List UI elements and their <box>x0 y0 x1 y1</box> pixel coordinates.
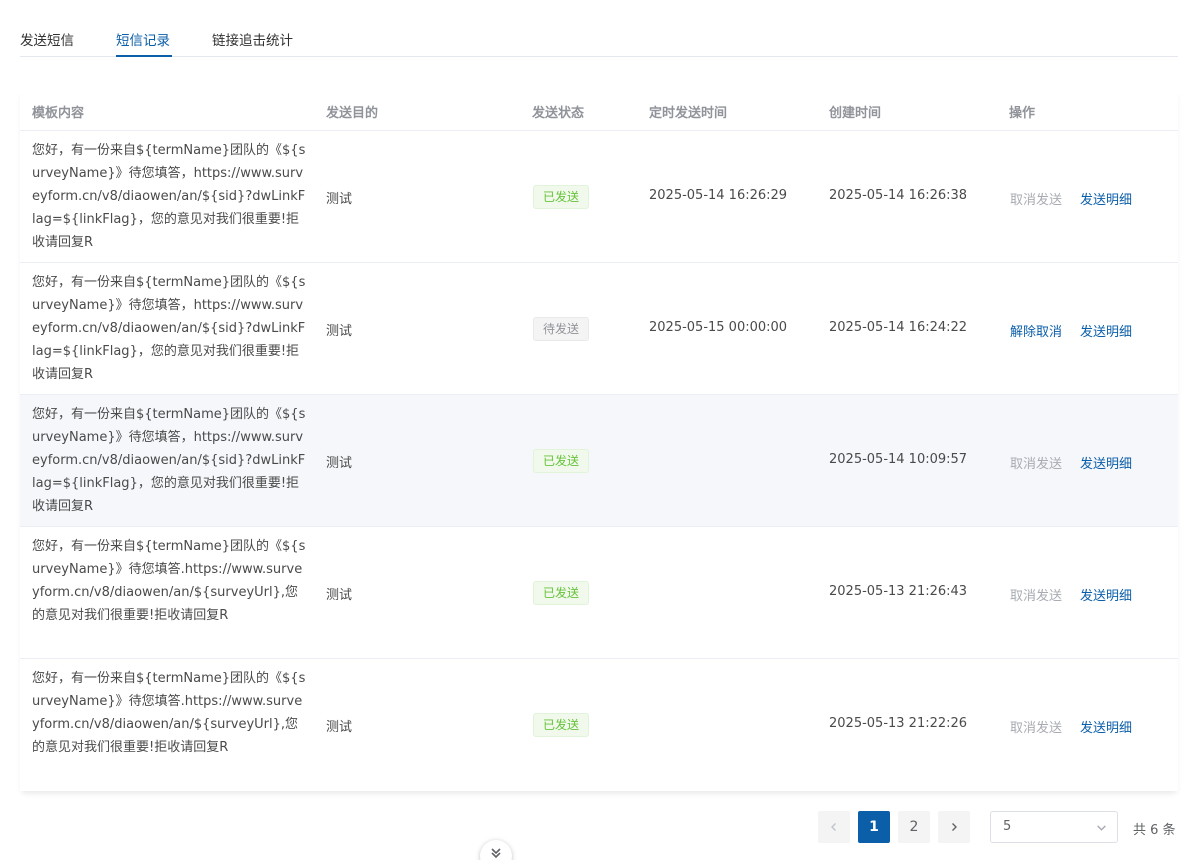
tab-sms-records[interactable]: 短信记录 <box>116 29 170 49</box>
table-row: 您好，有一份来自${termName}团队的《${surveyName}》待您填… <box>20 659 1178 791</box>
send-target: 测试 <box>326 588 353 603</box>
chevron-right-icon <box>952 823 957 831</box>
uncancel-button[interactable]: 解除取消 <box>1010 321 1062 340</box>
created-time: 2025-05-14 16:24:22 <box>829 320 968 335</box>
table-row: 您好，有一份来自${termName}团队的《${surveyName}》待您填… <box>20 131 1178 263</box>
created-time: 2025-05-14 16:26:38 <box>829 188 968 203</box>
page-button-1[interactable]: 1 <box>858 811 890 843</box>
cancel-send-button[interactable]: 取消发送 <box>1010 717 1062 736</box>
table-header: 模板内容 发送目的 发送状态 定时发送时间 创建时间 操作 <box>20 90 1178 131</box>
created-time: 2025-05-13 21:26:43 <box>829 584 968 599</box>
table-row: 您好，有一份来自${termName}团队的《${surveyName}》待您填… <box>20 527 1178 659</box>
send-target: 测试 <box>326 720 353 735</box>
total-count: 共 6 条 <box>1133 823 1176 838</box>
header-content: 模板内容 <box>32 106 85 121</box>
cancel-send-button[interactable]: 取消发送 <box>1010 189 1062 208</box>
status-badge: 待发送 <box>533 317 590 341</box>
status-badge: 已发送 <box>533 713 590 737</box>
header-created-time: 创建时间 <box>829 106 882 121</box>
tab-send-sms[interactable]: 发送短信 <box>20 29 74 49</box>
scroll-down-button[interactable] <box>480 840 512 860</box>
status-badge: 已发送 <box>533 449 590 473</box>
page-button-2[interactable]: 2 <box>898 811 930 843</box>
table-row: 您好，有一份来自${termName}团队的《${surveyName}》待您填… <box>20 263 1178 395</box>
header-target: 发送目的 <box>326 106 379 121</box>
tab-bar: 发送短信 短信记录 链接追击统计 <box>20 0 1178 57</box>
template-content: 您好，有一份来自${termName}团队的《${surveyName}》待您填… <box>32 671 306 755</box>
send-details-link[interactable]: 发送明细 <box>1080 453 1132 472</box>
prev-page-button[interactable] <box>818 811 850 843</box>
cancel-send-button[interactable]: 取消发送 <box>1010 453 1062 472</box>
double-chevron-down-icon <box>491 848 501 859</box>
next-page-button[interactable] <box>938 811 970 843</box>
created-time: 2025-05-13 21:22:26 <box>829 716 968 731</box>
template-content: 您好，有一份来自${termName}团队的《${surveyName}》待您填… <box>32 539 306 623</box>
send-details-link[interactable]: 发送明细 <box>1080 717 1132 736</box>
active-tab-indicator <box>116 55 172 57</box>
status-badge: 已发送 <box>533 581 590 605</box>
send-target: 测试 <box>326 192 353 207</box>
table-row: 您好，有一份来自${termName}团队的《${surveyName}》待您填… <box>20 395 1178 527</box>
scheduled-time: 2025-05-15 00:00:00 <box>649 320 788 335</box>
page-size-value: 5 <box>1003 819 1012 834</box>
send-details-link[interactable]: 发送明细 <box>1080 585 1132 604</box>
tab-link-click-stats[interactable]: 链接追击统计 <box>212 29 293 49</box>
template-content: 您好，有一份来自${termName}团队的《${surveyName}》待您填… <box>32 143 306 250</box>
template-content: 您好，有一份来自${termName}团队的《${surveyName}》待您填… <box>32 275 306 382</box>
status-badge: 已发送 <box>533 185 590 209</box>
header-actions: 操作 <box>1009 106 1036 121</box>
chevron-down-icon <box>1096 812 1107 842</box>
cancel-send-button[interactable]: 取消发送 <box>1010 585 1062 604</box>
send-details-link[interactable]: 发送明细 <box>1080 321 1132 340</box>
sms-records-table: 模板内容 发送目的 发送状态 定时发送时间 创建时间 操作 您好，有一份来自${… <box>20 90 1178 791</box>
page-size-select[interactable]: 5 <box>990 811 1118 843</box>
send-target: 测试 <box>326 324 353 339</box>
scheduled-time: 2025-05-14 16:26:29 <box>649 188 788 203</box>
created-time: 2025-05-14 10:09:57 <box>829 452 968 467</box>
chevron-left-icon <box>831 823 836 831</box>
send-details-link[interactable]: 发送明细 <box>1080 189 1132 208</box>
template-content: 您好，有一份来自${termName}团队的《${surveyName}》待您填… <box>32 407 306 514</box>
header-scheduled-time: 定时发送时间 <box>649 106 728 121</box>
send-target: 测试 <box>326 456 353 471</box>
header-status: 发送状态 <box>532 106 585 121</box>
